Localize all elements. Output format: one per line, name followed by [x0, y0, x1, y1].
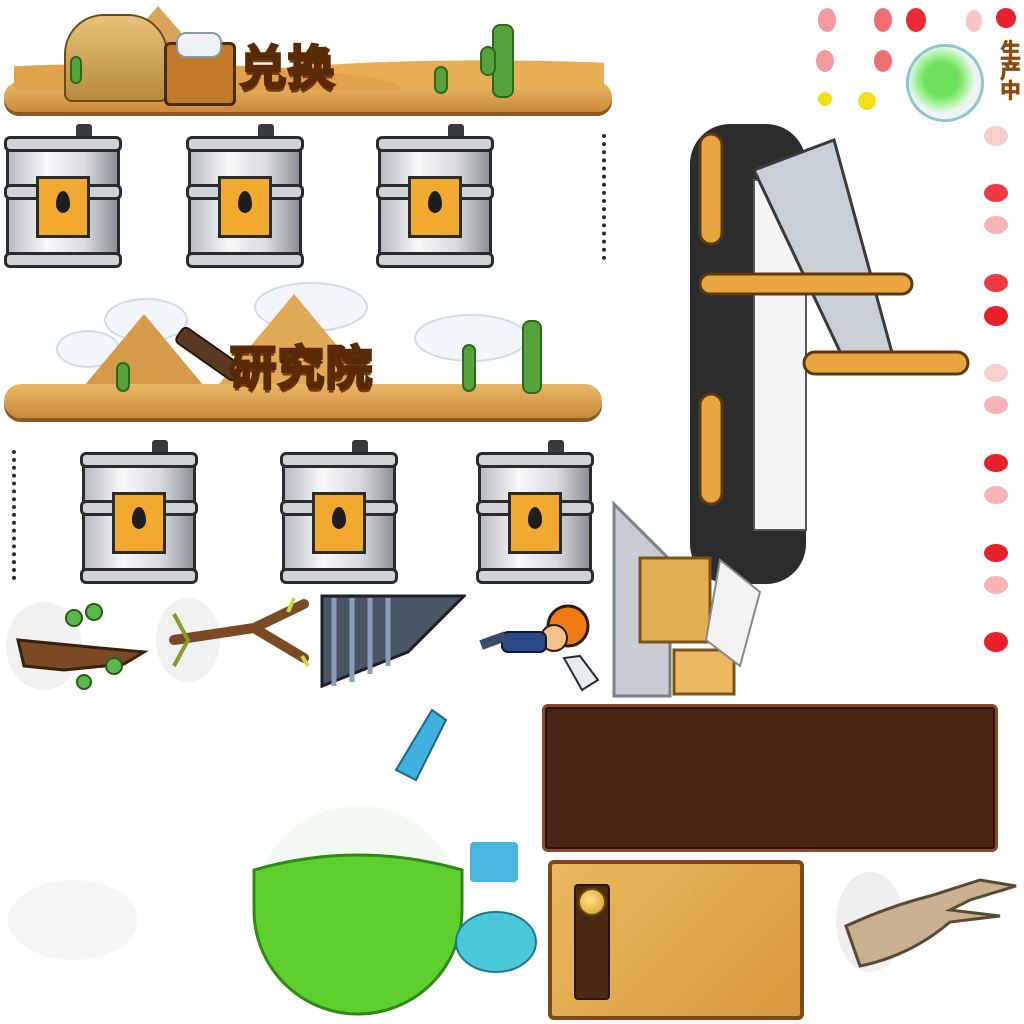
status-dot-icon: [984, 544, 1008, 562]
driftwood-icon: [836, 872, 1017, 972]
barrel-rim: [376, 252, 494, 268]
drill-screw-icon: [320, 594, 466, 689]
oil-barrel-icon[interactable]: [280, 440, 398, 584]
oil-drop-icon: [56, 191, 70, 213]
oil-drop-icon: [332, 507, 346, 529]
status-dot-icon: [996, 8, 1016, 28]
status-dot-icon: [984, 576, 1008, 594]
barrel-rim: [80, 452, 198, 468]
status-dot-icon: [984, 486, 1008, 504]
miner-icon[interactable]: [476, 600, 606, 692]
status-dot-icon: [984, 396, 1008, 414]
status-dot-icon: [984, 216, 1008, 234]
barrel-rim: [4, 252, 122, 268]
oil-barrel-icon[interactable]: [4, 124, 122, 268]
cactus-small-icon: [434, 66, 448, 94]
barrel-edge-fragment: [602, 134, 612, 260]
oil-barrel-icon[interactable]: [186, 124, 304, 268]
cactus-small-icon: [462, 344, 476, 392]
oil-label: [218, 176, 272, 238]
barrel-rim: [186, 252, 304, 268]
barrel-edge-fragment: [0, 450, 16, 580]
status-dot-icon: [816, 50, 834, 72]
parchment-panel: [548, 860, 804, 1020]
research-banner[interactable]: 研究院: [4, 278, 604, 428]
status-dot-icon: [984, 364, 1008, 382]
oil-label: [408, 176, 462, 238]
oil-barrel-icon[interactable]: [80, 440, 198, 584]
barrel-rim: [4, 136, 122, 152]
barrel-rim: [186, 136, 304, 152]
status-dot-icon: [984, 306, 1008, 326]
status-dot-icon: [858, 92, 876, 110]
status-dot-icon: [984, 454, 1008, 472]
treasure-gems: [176, 32, 222, 58]
status-dot-icon: [984, 184, 1008, 202]
bare-branch-icon[interactable]: [154, 594, 314, 684]
barrel-rim: [476, 452, 594, 468]
exchange-title: 兑换: [239, 40, 336, 97]
oil-drop-icon: [132, 507, 146, 529]
potion-bubble-icon[interactable]: [906, 44, 984, 122]
status-dot-icon: [818, 92, 832, 106]
status-dot-icon: [818, 8, 836, 32]
oil-drop-icon: [528, 507, 542, 529]
cactus-small-icon: [116, 362, 130, 392]
cactus-arm-icon: [480, 46, 496, 76]
crate-pieces-icon: [612, 500, 762, 698]
status-dot-icon: [874, 8, 892, 32]
status-dot-icon: [984, 274, 1008, 292]
barrel-rim: [280, 568, 398, 584]
status-dot-icon: [984, 126, 1008, 146]
status-dot-icon: [906, 8, 926, 32]
oil-label: [312, 492, 366, 554]
exchange-banner[interactable]: 兑换: [4, 4, 612, 116]
coin-icon: [578, 888, 606, 916]
potion-flask-icon: [252, 708, 537, 1016]
oil-barrel-icon[interactable]: [376, 124, 494, 268]
oil-label: [112, 492, 166, 554]
oil-barrel-icon[interactable]: [476, 440, 594, 584]
production-status-label: 生产中: [997, 40, 1022, 101]
status-dot-icon: [984, 632, 1008, 652]
oil-drop-icon: [428, 191, 442, 213]
barrel-rim: [80, 568, 198, 584]
barrel-rim: [376, 136, 494, 152]
barrel-rim: [476, 568, 594, 584]
status-dot-icon: [966, 10, 982, 32]
cactus-small-icon: [70, 56, 82, 84]
oil-drop-icon: [238, 191, 252, 213]
branch-with-leaves-icon[interactable]: [4, 596, 150, 696]
faint-cloud-icon: [8, 880, 138, 960]
oil-label: [508, 492, 562, 554]
dark-brown-panel: [542, 704, 998, 852]
status-dot-icon: [874, 50, 892, 72]
cactus-icon: [522, 320, 542, 394]
barrel-rim: [280, 452, 398, 468]
research-title: 研究院: [229, 340, 374, 397]
oil-label: [36, 176, 90, 238]
